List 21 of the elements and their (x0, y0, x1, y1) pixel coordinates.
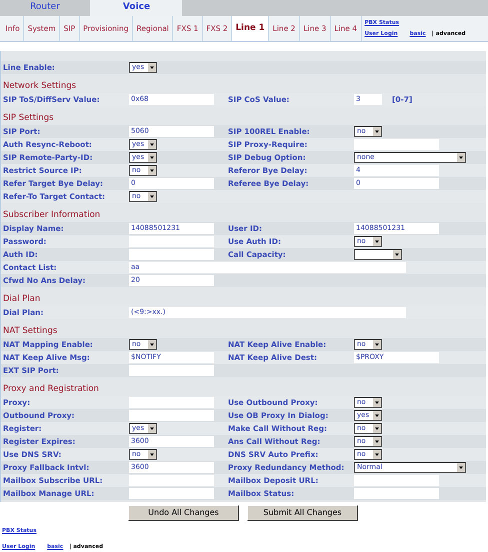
section-heading: Subscriber Information (2, 209, 102, 222)
action-button[interactable]: Submit All Changes (247, 505, 358, 521)
section-heading: NAT Settings (2, 325, 58, 338)
input-field[interactable] (129, 475, 214, 486)
input-field[interactable] (129, 365, 214, 376)
action-button[interactable]: Undo All Changes (128, 505, 239, 521)
input-field[interactable] (129, 249, 214, 260)
main-tab[interactable]: Voice (91, 0, 182, 16)
section-heading: Dial Plan (2, 293, 42, 306)
section-heading: SIP Settings (2, 112, 55, 125)
input-field[interactable] (354, 488, 439, 499)
input-field[interactable] (129, 236, 214, 247)
input-field[interactable] (354, 139, 439, 150)
section-heading: Proxy and Registration (2, 383, 100, 396)
input-field[interactable] (129, 488, 214, 499)
sub-tab[interactable]: Line 1 (232, 16, 270, 41)
input-field[interactable] (129, 397, 214, 408)
section-heading: Network Settings (2, 80, 78, 93)
input-field[interactable] (129, 410, 214, 421)
input-field[interactable] (354, 475, 439, 486)
dropdown[interactable] (354, 249, 402, 260)
